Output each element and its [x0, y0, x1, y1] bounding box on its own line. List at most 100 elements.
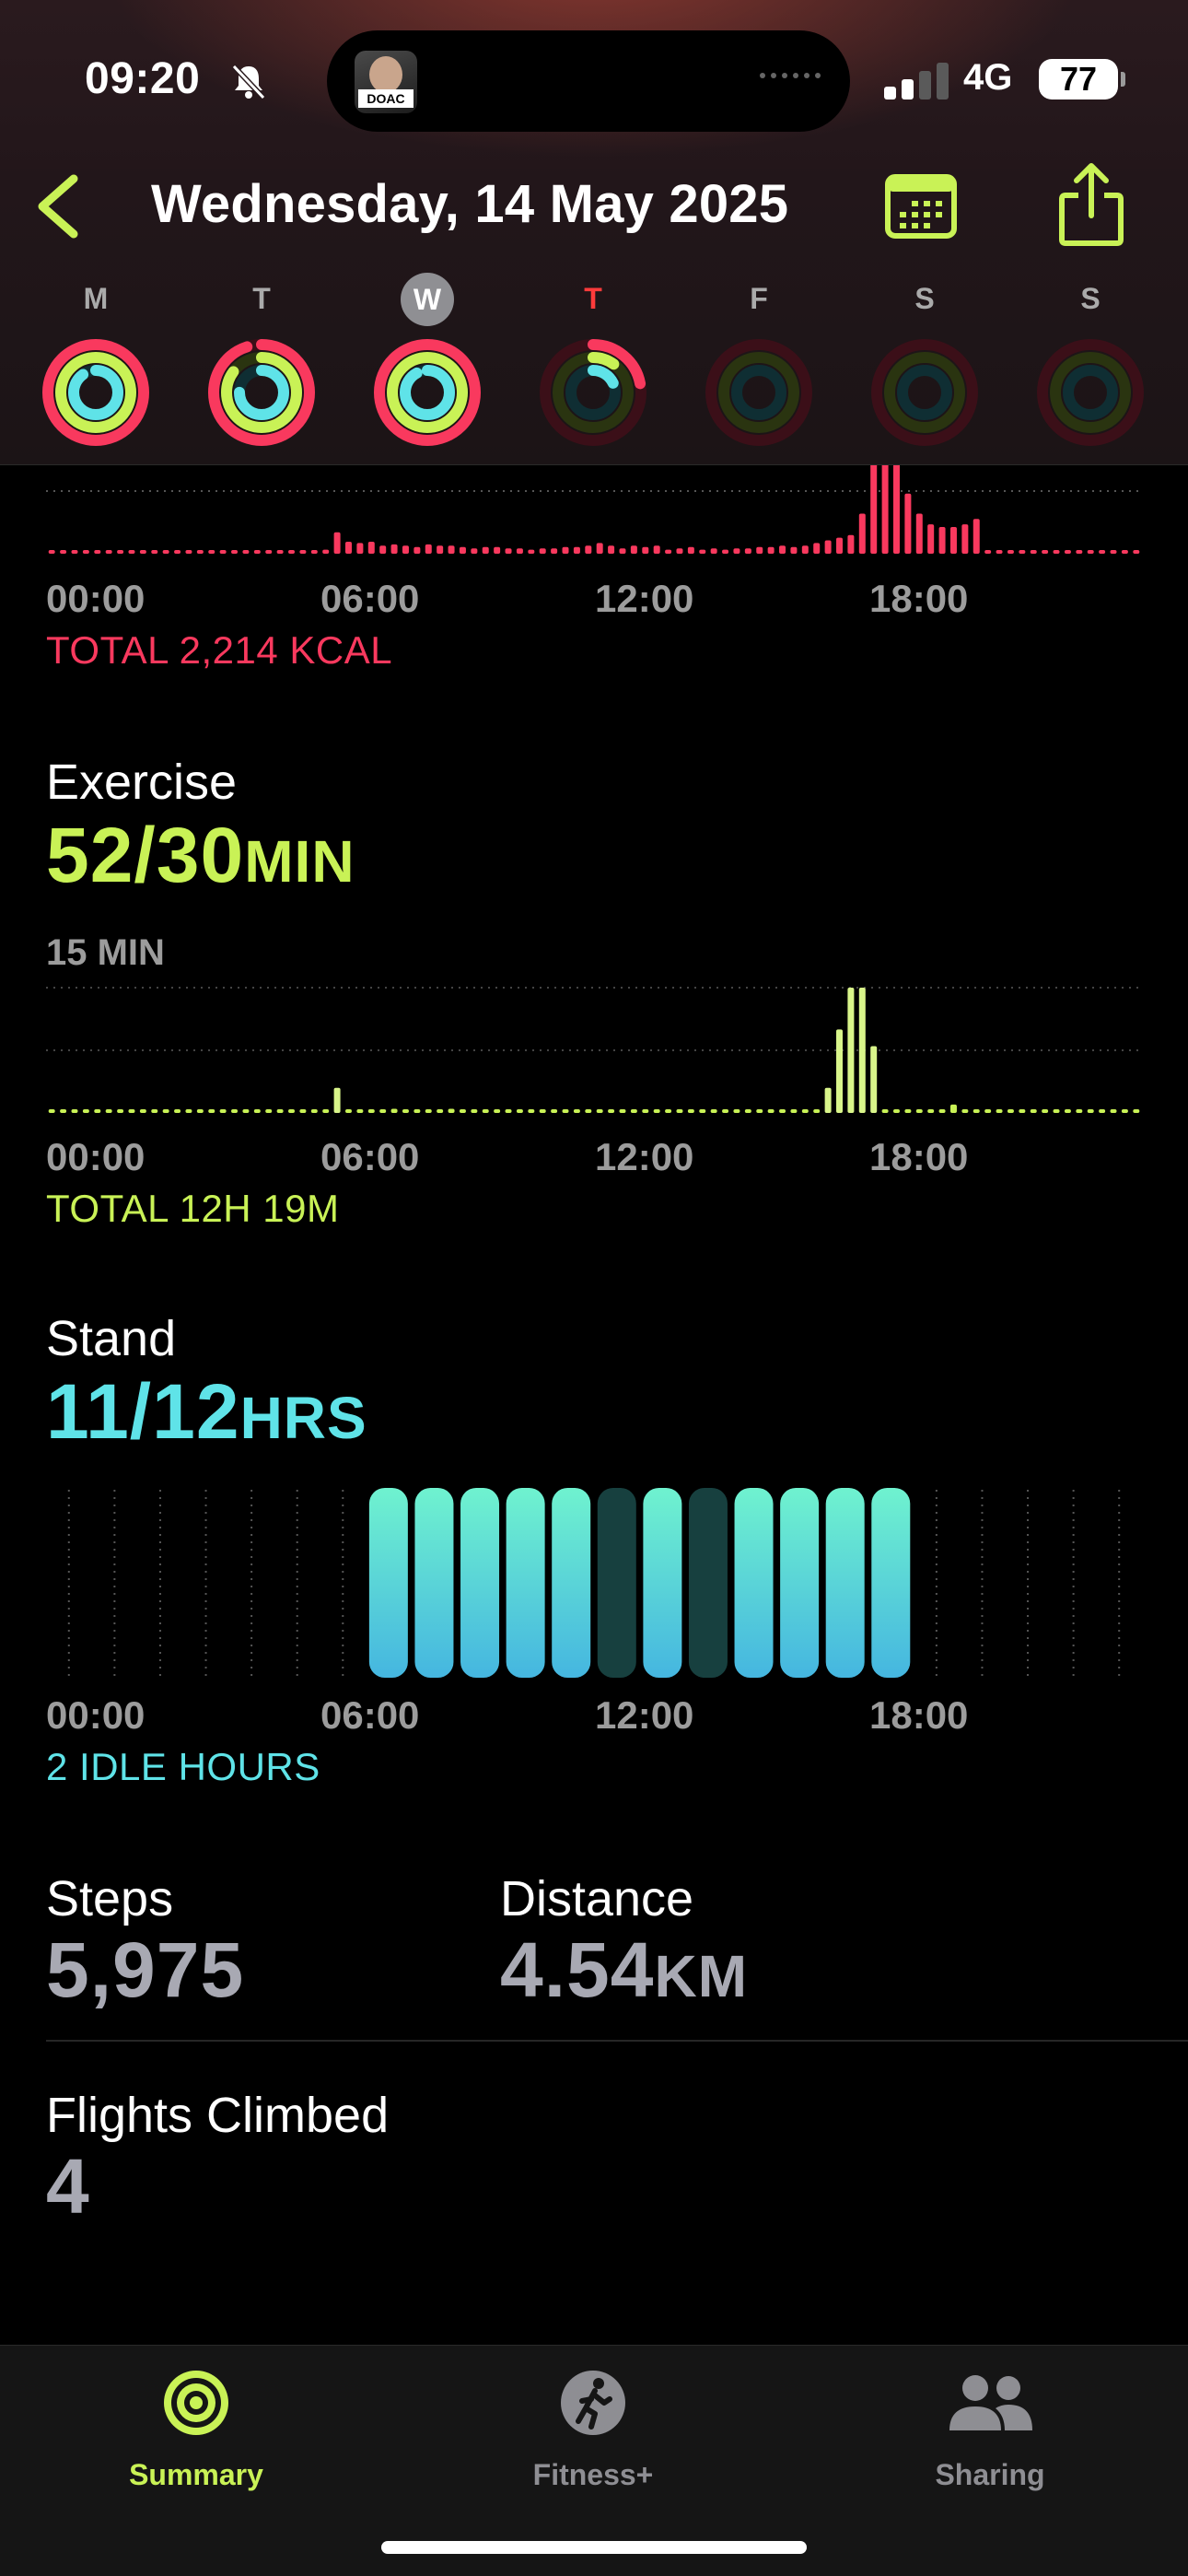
day-5[interactable]: S [868, 276, 982, 461]
move-bar [379, 545, 387, 554]
stand-axis-tick-18: 18:00 [869, 1693, 969, 1737]
exercise-bar [1099, 1109, 1106, 1113]
exercise-bar [653, 1109, 660, 1113]
day-6[interactable]: S [1033, 276, 1147, 461]
exercise-bar [767, 1109, 775, 1113]
day-letter: T [252, 282, 271, 315]
stand-hour-bar [414, 1488, 454, 1678]
exercise-bar [162, 1109, 169, 1113]
stand-axis-tick-0: 00:00 [46, 1693, 146, 1737]
exercise-bar [1064, 1109, 1071, 1113]
move-bar [1133, 550, 1140, 554]
move-bar [1030, 550, 1037, 554]
day-1[interactable]: T [204, 276, 319, 461]
move-bar [744, 548, 751, 554]
day-0[interactable]: M [39, 276, 153, 461]
exercise-bar [482, 1109, 489, 1113]
move-bar [94, 550, 101, 554]
stand-hour-bar [688, 1488, 728, 1678]
stand-hour-bar [552, 1488, 591, 1678]
move-bar [196, 550, 204, 554]
exercise-bar [836, 1029, 844, 1113]
stand-hour-bar [506, 1488, 545, 1678]
exercise-bar [1133, 1109, 1140, 1113]
move-bar [676, 548, 683, 554]
exercise-bar [608, 1109, 615, 1113]
exercise-bar [208, 1109, 215, 1113]
exercise-bar [1042, 1109, 1049, 1113]
day-letter: W [401, 273, 454, 326]
exercise-bar [973, 1109, 980, 1113]
exercise-bar [562, 1109, 569, 1113]
exercise-bar [344, 1109, 352, 1113]
day-4[interactable]: F [702, 276, 816, 461]
day-letter: F [750, 282, 768, 315]
exercise-bar [459, 1109, 466, 1113]
exercise-bar [676, 1109, 683, 1113]
exercise-bar [253, 1109, 261, 1113]
move-bar [174, 550, 181, 554]
move-bar [562, 546, 569, 554]
distance-label: Distance [500, 1871, 694, 1926]
move-bar [858, 513, 866, 554]
move-axis-tick-18: 18:00 [869, 577, 969, 620]
stand-hour-bar [460, 1488, 500, 1678]
activity-summary-screen: 09:20 DOAC 4G 77 Wednesday, 14 May 2025 … [0, 0, 1188, 2576]
exercise-bar [938, 1109, 946, 1113]
move-bar [539, 548, 546, 554]
move-bar [961, 524, 969, 554]
exercise-bar [870, 1046, 878, 1113]
exercise-bar [1030, 1109, 1037, 1113]
exercise-bar [915, 1109, 923, 1113]
stand-axis-tick-12: 12:00 [595, 1693, 694, 1737]
move-bar [1064, 550, 1071, 554]
move-bar [117, 550, 124, 554]
day-3[interactable]: T [536, 276, 650, 461]
move-bar [996, 550, 1003, 554]
distance-value: 4.54KM [500, 1926, 748, 2015]
share-icon[interactable] [1054, 162, 1128, 247]
dynamic-island[interactable]: DOAC [327, 30, 850, 132]
move-bar [699, 549, 706, 554]
tab-summary[interactable]: Summary [58, 2346, 334, 2530]
exercise-bar [448, 1108, 455, 1113]
exercise-bar [984, 1109, 992, 1113]
activity-rings-icon [374, 339, 481, 446]
move-bar [1042, 550, 1049, 554]
exercise-bar [333, 1087, 341, 1113]
status-time: 09:20 [85, 54, 201, 103]
exercise-bar [858, 988, 866, 1113]
move-bar [824, 540, 832, 554]
stand-idle-hours: 2 IDLE HOURS [46, 1745, 320, 1788]
move-bar [892, 465, 900, 554]
day-2[interactable]: W [370, 273, 484, 461]
exercise-bar [402, 1109, 409, 1113]
tab-sharing[interactable]: Sharing [852, 2346, 1128, 2530]
move-bar [310, 550, 318, 554]
move-bar [60, 550, 67, 554]
exercise-bar [528, 1109, 535, 1113]
calendar-icon[interactable] [884, 170, 958, 243]
move-bar [390, 544, 398, 554]
exercise-bar [425, 1109, 432, 1113]
exercise-bar [665, 1109, 672, 1113]
move-bar [333, 532, 341, 554]
exercise-bar [949, 1104, 957, 1113]
move-bar [551, 548, 558, 554]
distance-value-number: 4.54 [500, 1926, 655, 2013]
exercise-bar [801, 1109, 809, 1113]
exercise-bar [139, 1109, 146, 1113]
stand-hour-bar [871, 1488, 911, 1678]
move-bar [231, 550, 239, 554]
day-letter: T [584, 282, 602, 315]
move-bar [722, 549, 729, 554]
back-chevron-icon[interactable] [31, 170, 87, 243]
activity-rings-icon [42, 339, 149, 446]
move-bar [1099, 550, 1106, 554]
exercise-bar [927, 1109, 935, 1113]
move-axis-tick-6: 06:00 [320, 577, 420, 620]
stand-hour-bar [643, 1488, 682, 1678]
tab-fitness-plus[interactable]: Fitness+ [455, 2346, 731, 2530]
exercise-bar [231, 1109, 239, 1113]
move-bar [151, 550, 158, 554]
